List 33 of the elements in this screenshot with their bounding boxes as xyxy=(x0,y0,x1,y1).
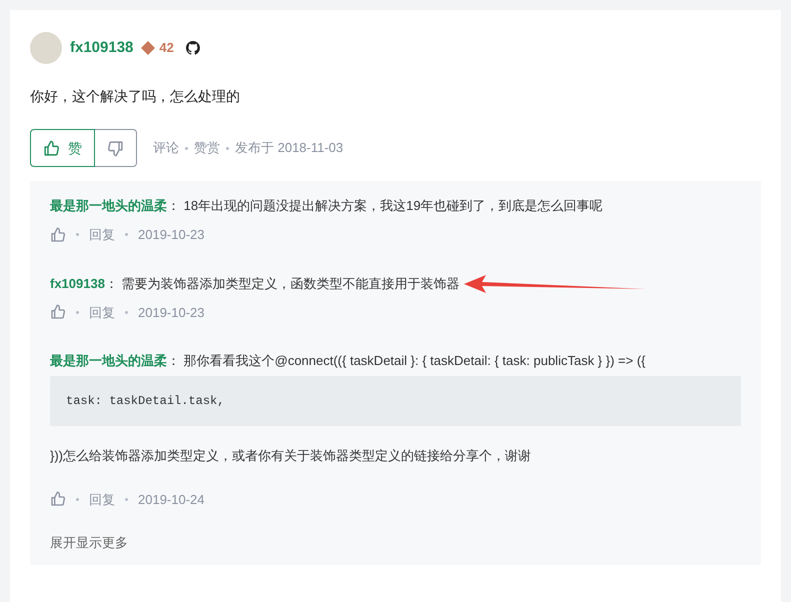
like-button[interactable] xyxy=(50,491,66,508)
reply-link[interactable]: 回复 xyxy=(89,302,115,322)
thumbs-up-icon xyxy=(43,140,60,156)
reply-link[interactable]: 回复 xyxy=(89,490,115,509)
reply-text: 最是那一地头的温柔： 那你看看我这个@connect(({ taskDetail }: { taskDetail: { task: publicTask } }) => ({ xyxy=(50,352,646,370)
reply-author[interactable]: fx109138 xyxy=(50,276,105,290)
reply-date: 2019-10-23 xyxy=(138,226,204,244)
post-meta-item[interactable]: 赞赏 xyxy=(194,138,220,158)
reply-link[interactable]: 回复 xyxy=(89,225,115,244)
downvote-button[interactable] xyxy=(95,129,137,167)
like-button[interactable] xyxy=(50,226,66,243)
author-name[interactable]: fx109138 xyxy=(70,36,134,60)
level-diamond-icon xyxy=(141,41,156,55)
like-button[interactable] xyxy=(50,304,66,320)
upvote-button[interactable]: 赞 xyxy=(30,129,95,167)
code-block: task: taskDetail.task, xyxy=(50,376,741,426)
level-number: 42 xyxy=(159,39,174,58)
reply-date: 2019-10-24 xyxy=(138,490,204,508)
github-icon[interactable] xyxy=(186,41,200,55)
expand-more-link[interactable]: 展开显示更多 xyxy=(50,533,741,552)
reply-text: 最是那一地头的温柔： 18年出现的问题没提出解决方案，我这19年也碰到了，到底是怎么回事呢 xyxy=(50,197,603,215)
reply-author[interactable]: 最是那一地头的温柔 xyxy=(50,353,167,368)
thumbs-up-icon xyxy=(50,304,66,320)
thumbs-down-icon xyxy=(107,140,124,156)
reply-author[interactable]: 最是那一地头的温柔 xyxy=(50,198,167,213)
comment-text: 你好，这个解决了吗，怎么处理的 xyxy=(30,87,241,106)
reply-text: }))怎么给装饰器添加类型定义，或者你有关于装饰器类型定义的链接给分享个，谢谢 xyxy=(50,447,532,465)
thumbs-up-icon xyxy=(50,226,66,243)
reply-date: 2019-10-23 xyxy=(138,304,204,322)
post-meta-item[interactable]: 评论 xyxy=(153,138,179,158)
thumbs-up-icon xyxy=(50,491,66,508)
reply-text: fx109138： 需要为装饰器添加类型定义，函数类型不能直接用于装饰器 xyxy=(50,274,460,292)
post-meta-item: 发布于 2018-11-03 xyxy=(235,139,344,158)
